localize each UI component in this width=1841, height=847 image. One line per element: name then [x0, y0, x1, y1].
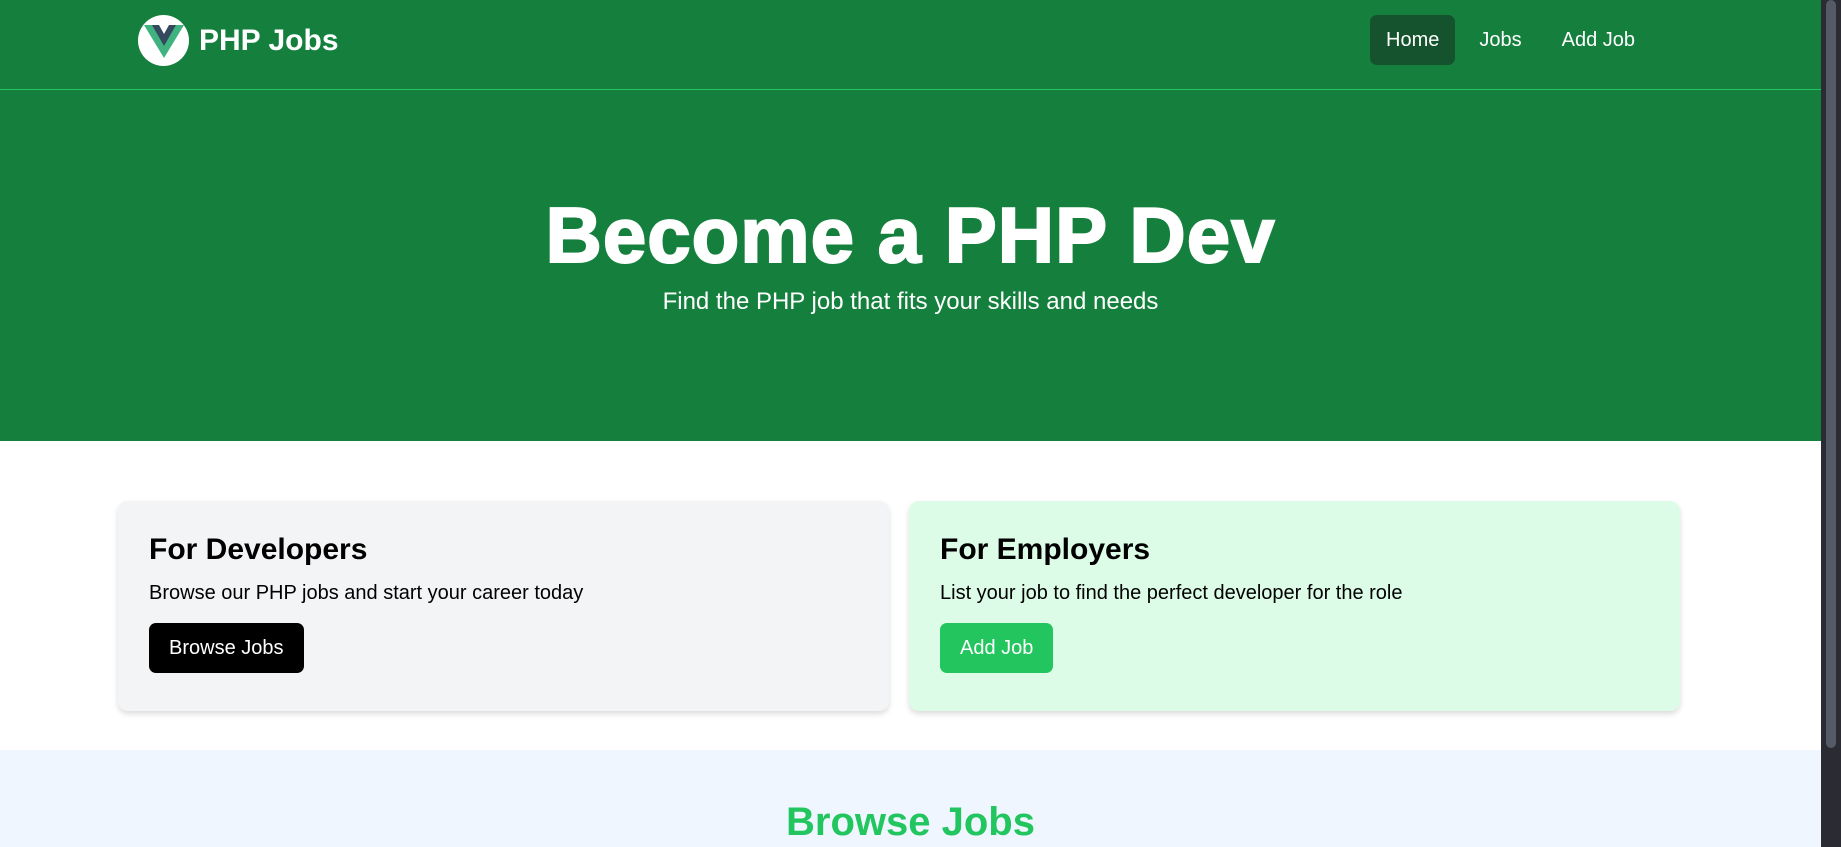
hero-section: Become a PHP Dev Find the PHP job that f… — [0, 90, 1821, 441]
nav-home-link[interactable]: Home — [1370, 15, 1456, 65]
nav-jobs-link[interactable]: Jobs — [1463, 15, 1537, 65]
hero-title: Become a PHP Dev — [545, 190, 1276, 280]
brand[interactable]: PHP Jobs — [138, 15, 339, 66]
cards-section: For Developers Browse our PHP jobs and s… — [118, 501, 1680, 711]
brand-name: PHP Jobs — [199, 23, 339, 57]
hero-subtitle: Find the PHP job that fits your skills a… — [662, 288, 1159, 315]
main-nav: Home Jobs Add Job — [1370, 15, 1651, 65]
page: PHP Jobs Home Jobs Add Job Become a PHP … — [0, 0, 1821, 847]
browse-jobs-button[interactable]: Browse Jobs — [149, 623, 304, 673]
nav-add-job-link[interactable]: Add Job — [1546, 15, 1651, 65]
employers-card-title: For Employers — [940, 533, 1151, 566]
add-job-button[interactable]: Add Job — [940, 623, 1054, 673]
employers-card-text: List your job to find the perfect develo… — [940, 582, 1403, 604]
employers-card: For Employers List your job to find the … — [909, 501, 1680, 711]
scrollbar-thumb[interactable] — [1826, 0, 1836, 748]
developers-card: For Developers Browse our PHP jobs and s… — [118, 501, 889, 711]
browse-jobs-title: Browse Jobs — [786, 800, 1035, 844]
developers-card-text: Browse our PHP jobs and start your caree… — [149, 582, 584, 604]
browse-jobs-section: Browse Jobs — [0, 750, 1821, 847]
developers-card-title: For Developers — [149, 533, 368, 566]
vertical-scrollbar[interactable] — [1821, 0, 1841, 847]
navbar: PHP Jobs Home Jobs Add Job — [0, 0, 1821, 90]
vue-logo-icon — [138, 15, 189, 66]
